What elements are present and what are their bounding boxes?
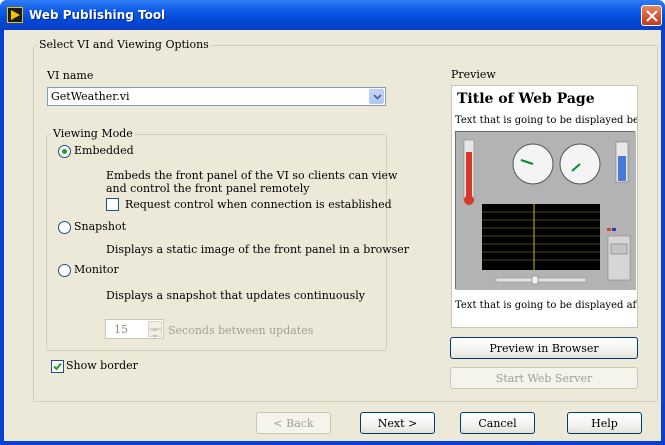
labview-app-icon bbox=[7, 7, 23, 23]
title-bar[interactable]: Web Publishing Tool bbox=[0, 0, 665, 30]
preview-text-before: Text that is going to be displayed bef..… bbox=[455, 115, 637, 126]
snapshot-description: Displays a static image of the front pan… bbox=[106, 243, 410, 256]
snapshot-label[interactable]: Snapshot bbox=[74, 220, 126, 233]
chevron-down-icon bbox=[152, 335, 158, 338]
vi-name-value: GetWeather.vi bbox=[51, 90, 130, 103]
embedded-description-line2: and control the front panel remotely bbox=[106, 182, 310, 195]
chevron-down-icon bbox=[373, 94, 382, 100]
preview-in-browser-button[interactable]: Preview in Browser bbox=[450, 337, 638, 359]
update-interval-label: Seconds between updates bbox=[168, 324, 314, 337]
options-group-label: Select VI and Viewing Options bbox=[37, 38, 211, 51]
close-button[interactable] bbox=[641, 5, 662, 26]
window-title: Web Publishing Tool bbox=[29, 8, 166, 22]
show-border-label[interactable]: Show border bbox=[66, 359, 138, 372]
back-button[interactable]: < Back bbox=[256, 412, 331, 434]
next-button[interactable]: Next > bbox=[360, 412, 435, 434]
embedded-label[interactable]: Embedded bbox=[74, 144, 134, 157]
request-control-checkbox[interactable] bbox=[106, 198, 119, 211]
spin-down-button[interactable] bbox=[148, 329, 162, 338]
preview-page-title: Title of Web Page bbox=[457, 91, 595, 107]
vi-name-dropdown-button[interactable] bbox=[369, 89, 384, 104]
preview-front-panel-image bbox=[455, 131, 636, 290]
monitor-radio[interactable] bbox=[58, 264, 71, 277]
request-control-label[interactable]: Request control when connection is estab… bbox=[125, 198, 392, 211]
close-icon bbox=[646, 10, 658, 22]
viewing-mode-label: Viewing Mode bbox=[51, 127, 135, 140]
embedded-radio[interactable] bbox=[58, 145, 71, 158]
check-icon bbox=[53, 362, 62, 371]
spin-up-button[interactable] bbox=[148, 321, 162, 331]
snapshot-radio[interactable] bbox=[58, 221, 71, 234]
show-border-checkbox[interactable] bbox=[51, 360, 64, 373]
radio-selected-dot bbox=[62, 149, 67, 154]
monitor-label[interactable]: Monitor bbox=[74, 263, 119, 276]
cancel-button[interactable]: Cancel bbox=[460, 412, 535, 434]
monitor-description: Displays a snapshot that updates continu… bbox=[106, 289, 365, 302]
update-interval-spinner[interactable]: 15 bbox=[105, 319, 164, 339]
preview-pane: Title of Web Page Text that is going to … bbox=[451, 85, 638, 328]
preview-text-after: Text that is going to be displayed afte.… bbox=[455, 300, 637, 311]
preview-label: Preview bbox=[451, 68, 496, 81]
vi-name-label: VI name bbox=[47, 69, 94, 82]
help-button[interactable]: Help bbox=[567, 412, 642, 434]
start-web-server-button[interactable]: Start Web Server bbox=[450, 367, 638, 389]
vi-name-select[interactable]: GetWeather.vi bbox=[47, 87, 386, 106]
update-interval-value: 15 bbox=[114, 323, 128, 336]
embedded-description-line1: Embeds the front panel of the VI so clie… bbox=[106, 169, 398, 182]
